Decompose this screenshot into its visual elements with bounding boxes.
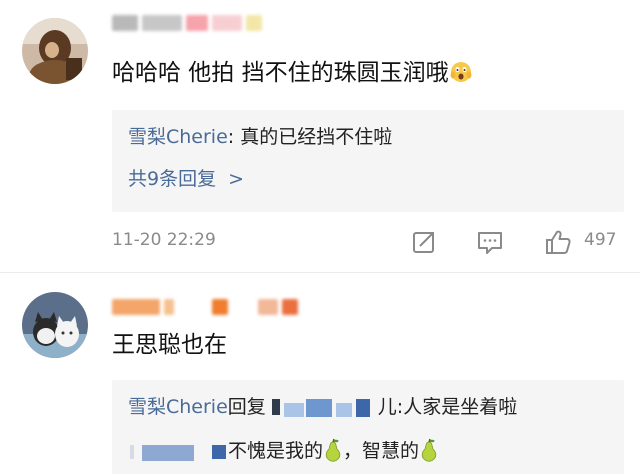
reply-word: 回复 [227, 396, 266, 418]
avatar-image-icon [22, 18, 88, 84]
redaction-blocks-icon [271, 399, 370, 417]
username-redacted[interactable] [112, 12, 262, 34]
chevron-right-icon: > [228, 168, 245, 190]
reply-text: 儿:人家是坐着啦 [377, 396, 518, 418]
avatar[interactable] [22, 18, 88, 84]
redaction-blocks-icon [130, 445, 226, 461]
comment-text: 王思聪也在 [112, 330, 227, 360]
comment-2: 王思聪也在 雪梨Cherie回复 儿:人家是坐着啦 不愧是我的 ，智慧的 [0, 272, 640, 474]
pear-emoji-icon [421, 438, 437, 462]
reply-preview-box[interactable]: 雪梨Cherie: 真的已经挡不住啦 共9条回复 > [112, 110, 624, 212]
reply-separator: : [227, 126, 241, 148]
scream-emoji-icon [450, 62, 472, 82]
reply-middle-text: ，智慧的 [343, 440, 420, 462]
share-icon[interactable] [410, 228, 438, 256]
reply-preview-line: 雪梨Cherie回复 儿:人家是坐着啦 [128, 394, 517, 420]
comment-text: 哈哈哈 他拍 挡不住的珠圆玉润哦 [112, 58, 473, 88]
pear-emoji-icon [325, 438, 341, 462]
avatar-cartoon-cats-icon [22, 292, 88, 358]
comment-icon[interactable] [476, 228, 504, 256]
more-replies-link[interactable]: 共9条回复 > [128, 166, 244, 192]
reply-username[interactable]: 雪梨Cherie [128, 396, 228, 418]
reply-second-line: 不愧是我的 ，智慧的 [128, 438, 439, 464]
redacted-prefix [128, 441, 228, 461]
avatar[interactable] [22, 292, 88, 358]
like-count: 497 [584, 230, 617, 250]
timestamp: 11-20 22:29 [112, 230, 216, 250]
comment-body: 王思聪也在 [112, 332, 227, 358]
reply-preview-line: 雪梨Cherie: 真的已经挡不住啦 [128, 124, 392, 150]
thumbs-up-icon[interactable] [544, 228, 572, 256]
comment-meta-row: 11-20 22:29 497 [112, 228, 624, 258]
reply-username[interactable]: 雪梨Cherie [128, 126, 228, 148]
username-redacted[interactable] [112, 296, 298, 318]
reply-text: 真的已经挡不住啦 [240, 126, 393, 148]
more-replies-label: 共9条回复 [128, 168, 217, 190]
redacted-mention [270, 397, 374, 417]
reply-preview-box[interactable]: 雪梨Cherie回复 儿:人家是坐着啦 不愧是我的 ，智慧的 [112, 380, 624, 474]
reply-second-text: 不愧是我的 [228, 440, 324, 462]
comment-1: 哈哈哈 他拍 挡不住的珠圆玉润哦 雪梨Cherie: 真的已经挡不住啦 共9条回… [0, 0, 640, 270]
comment-body: 哈哈哈 他拍 挡不住的珠圆玉润哦 [112, 60, 449, 86]
